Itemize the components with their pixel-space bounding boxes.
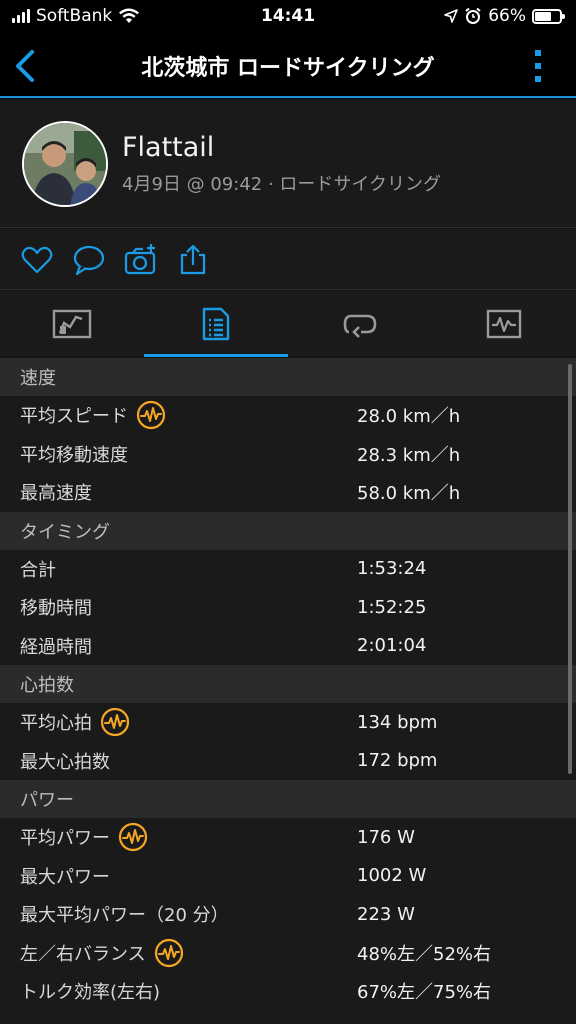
stat-value: 1:53:24 [357,558,427,580]
section-header: 心拍数 [0,665,576,703]
stat-row: 左／右バランス 48%左／52%右 [0,934,576,973]
stat-label: 平均心拍 [20,707,130,737]
stat-value: 223 W [357,903,415,925]
scrollbar[interactable] [568,364,572,774]
stat-label: 平均パワー [20,822,148,852]
laps-loop-icon [343,314,377,338]
add-photo-camera-icon[interactable] [124,243,158,277]
performance-pulse-icon[interactable] [100,707,130,737]
stat-row: 平均移動速度 28.3 km／h [0,435,576,474]
active-tab-indicator [144,354,288,357]
tab-bar [0,291,576,357]
stat-value: 134 bpm [357,711,438,733]
user-name[interactable]: Flattail [122,132,214,163]
stat-label: 最大平均パワー（20 分） [20,901,229,927]
stat-label-text: 左／右バランス [20,943,146,965]
section-header: タイミング [0,511,576,550]
stat-value: 67%左／75%右 [357,982,492,1004]
stat-row: 合計 1:53:24 [0,550,576,589]
page-title: 北茨城市 ロードサイクリング [141,56,435,81]
stat-row: 経過時間 2:01:04 [0,627,576,666]
stat-value: 2:01:04 [357,635,427,657]
stat-label-text: 合計 [20,559,56,581]
stat-value: 176 W [357,826,415,848]
section-header: 速度 [0,358,576,396]
back-button[interactable] [8,46,44,86]
activity-meta: 4月9日 @ 09:42 · ロードサイクリング [122,174,442,195]
stat-label: 経過時間 [20,633,92,659]
stat-value: 28.0 km／h [357,406,461,428]
alarm-icon [465,7,481,24]
stat-row: トルク効率(左右) 67%左／75%右 [0,972,576,1011]
stat-value: 48%左／52%右 [357,943,492,965]
stat-label-text: 最大心拍数 [20,751,110,773]
stat-label-text: 平均心拍 [20,713,92,735]
stat-label-text: 移動時間 [20,598,92,620]
stat-label: 最大パワー [20,863,110,889]
stat-label: 最高速度 [20,479,92,505]
stat-row: 平均スピード 28.0 km／h [0,396,576,435]
avatar-photo [24,123,106,205]
status-bar: SoftBank 14:41 66% [0,0,576,34]
stat-row: 最大パワー 1002 W [0,857,576,896]
more-menu-button[interactable] [534,50,542,82]
stat-label: 左／右バランス [20,938,184,968]
activity-header: Flattail 4月9日 @ 09:42 · ロードサイクリング [0,100,576,228]
overview-map-icon [52,309,92,339]
stat-row: 移動時間 1:52:25 [0,588,576,627]
stat-label-text: 平均移動速度 [20,444,128,466]
comment-bubble-icon[interactable] [72,243,106,277]
stat-label-text: トルク効率(左右) [20,982,161,1004]
location-icon [444,9,459,23]
section-header: パワー [0,780,576,818]
stat-label: トルク効率(左右) [20,978,160,1004]
stat-value: 1002 W [357,865,427,887]
stat-value: 1:52:25 [357,596,427,618]
stat-label-text: 最大パワー [20,866,110,888]
status-right: 66% [444,6,565,26]
like-heart-icon[interactable] [20,243,54,277]
stats-list[interactable]: 速度平均スピード 28.0 km／h 平均移動速度 28.3 km／h 最高速度 58.0… [0,358,576,1024]
stat-value: 28.3 km／h [357,444,461,466]
stat-label-text: 経過時間 [20,636,92,658]
performance-pulse-icon[interactable] [154,938,184,968]
stat-row: 最高速度 58.0 km／h [0,473,576,512]
tab-overview[interactable] [0,291,144,357]
stat-label: 平均移動速度 [20,441,128,467]
stat-row: 最大心拍数 172 bpm [0,742,576,781]
stat-label: 合計 [20,556,56,582]
action-bar [0,229,576,290]
navigation-bar: 北茨城市 ロードサイクリング [0,34,576,98]
stat-row: 平均心拍 134 bpm [0,703,576,742]
stat-label: 最大心拍数 [20,748,110,774]
stat-label-text: 平均スピード [20,406,128,428]
stat-row: 平均パワー 176 W [0,818,576,857]
performance-pulse-icon[interactable] [118,822,148,852]
stat-label-text: 平均パワー [20,828,110,850]
stat-row: 最大平均パワー（20 分） 223 W [0,895,576,934]
battery-icon [532,8,565,24]
stat-label-text: 最高速度 [20,483,92,505]
stat-label-text: 最大平均パワー（20 分） [20,905,229,927]
stat-label: 平均スピード [20,400,166,430]
performance-pulse-icon[interactable] [136,400,166,430]
charts-graph-icon [486,309,522,339]
tab-stats[interactable] [144,291,288,357]
stat-value: 58.0 km／h [357,483,461,505]
tab-laps[interactable] [288,291,432,357]
share-icon[interactable] [176,243,210,277]
stat-label: 移動時間 [20,594,92,620]
avatar[interactable] [22,121,108,207]
stats-document-icon [202,307,230,341]
tab-charts[interactable] [432,291,576,357]
battery-percent: 66% [488,6,526,26]
stat-value: 172 bpm [357,750,438,772]
